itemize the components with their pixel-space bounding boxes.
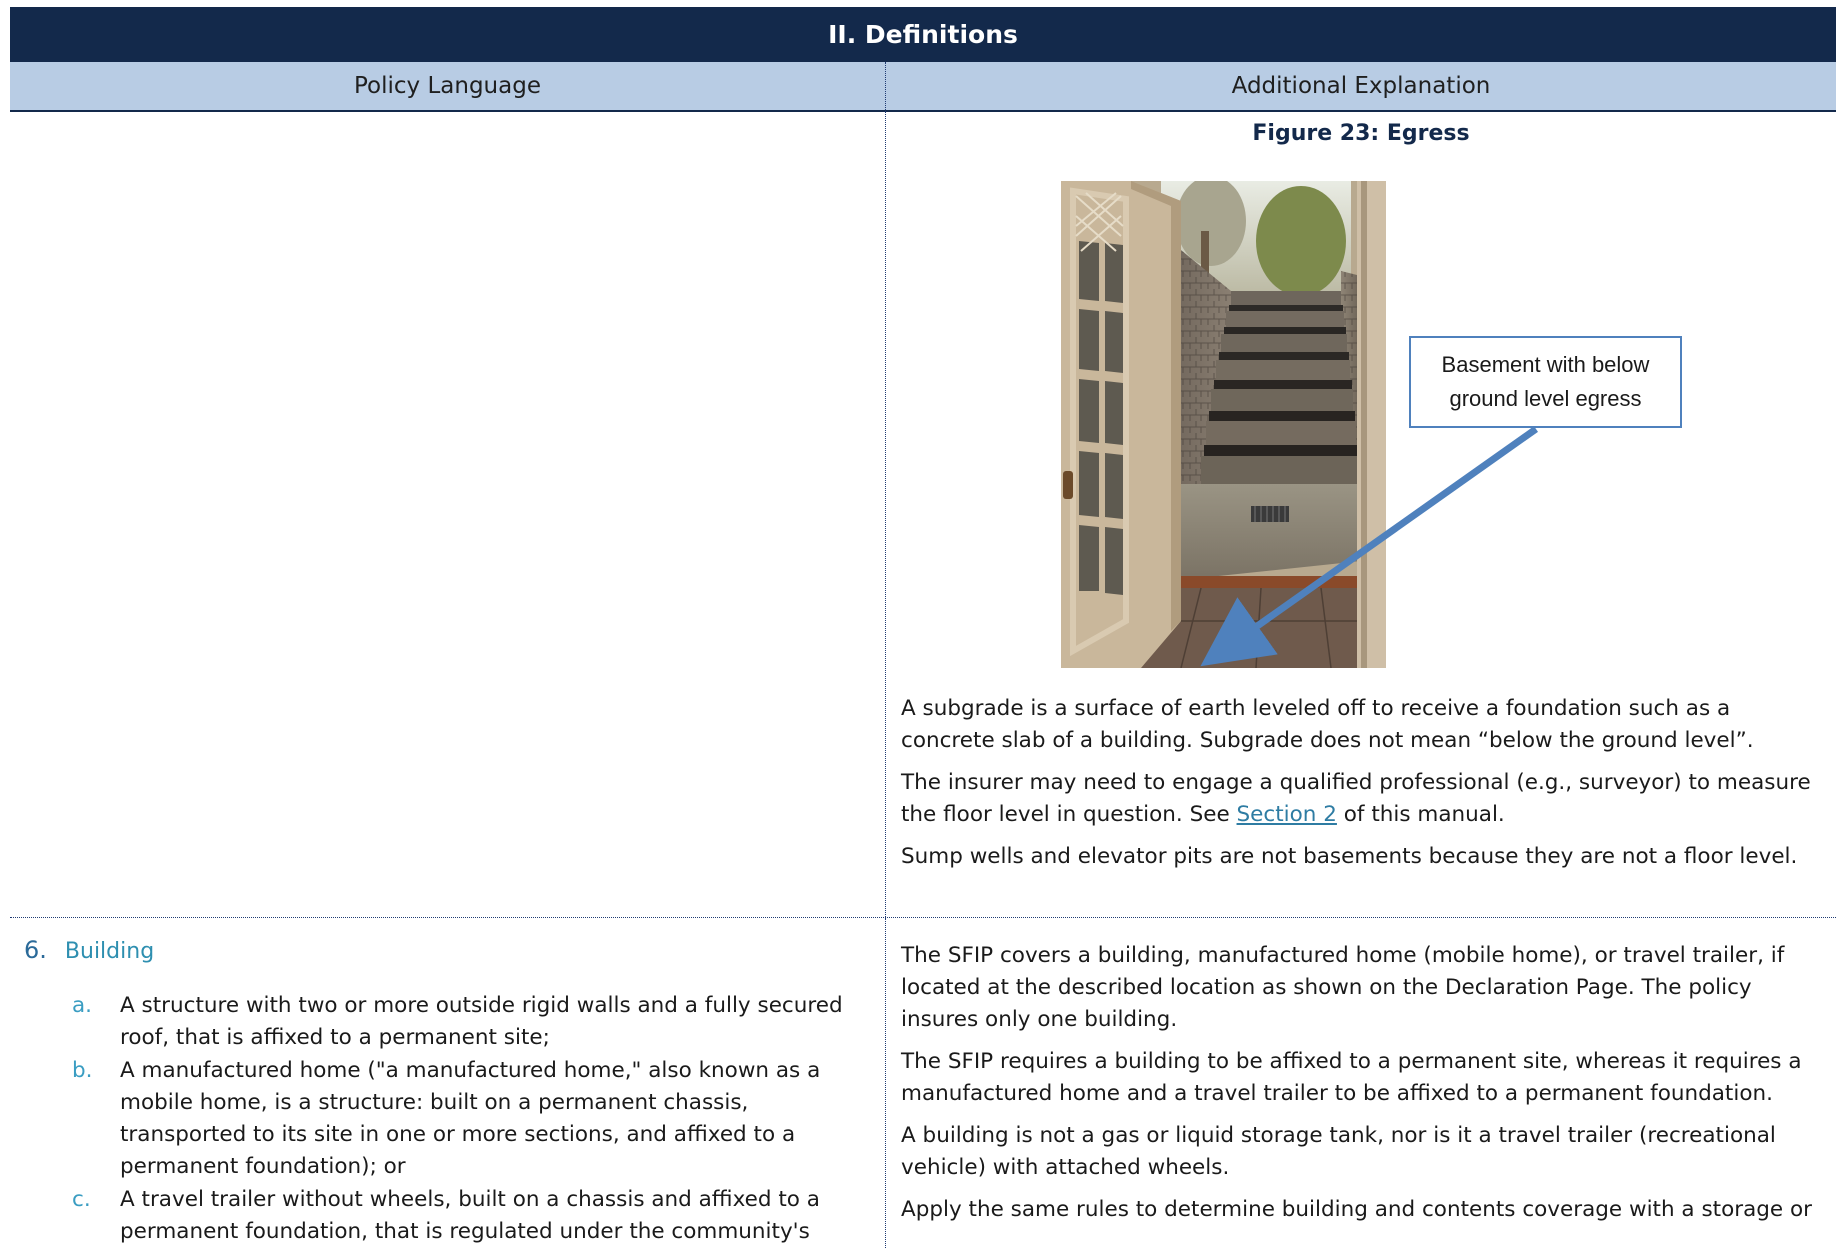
figure-caption: Figure 23: Egress [1252,121,1470,146]
explanation-cell-building: The SFIP covers a building, manufactured… [886,918,1836,1248]
column-header-additional-explanation: Additional Explanation [1231,73,1491,99]
affixed-paragraph: The SFIP requires a building to be affix… [901,1049,1802,1106]
section-title: II. Definitions [10,7,1836,62]
subgrade-paragraph: A subgrade is a surface of earth leveled… [901,696,1754,753]
list-item-text: A manufactured home ("a manufactured hom… [120,1058,821,1179]
table-row-basement: Figure 23: Egress Basement with below gr… [10,111,1836,918]
sump-wells-paragraph: Sump wells and elevator pits are not bas… [901,844,1798,869]
section-2-link[interactable]: Section 2 [1237,802,1337,827]
list-marker: b. [72,1058,93,1083]
egress-photo [1061,181,1386,668]
professional-paragraph: The insurer may need to engage a qualifi… [901,767,1821,831]
definition-term: Building [64,939,155,964]
not-a-building-paragraph: A building is not a gas or liquid storag… [901,1123,1776,1180]
list-item: b. A manufactured home ("a manufactured … [72,1055,852,1183]
coverage-paragraph: The SFIP covers a building, manufactured… [901,943,1785,1032]
policy-language-cell-empty [10,111,886,917]
column-header-policy-language: Policy Language [10,62,886,110]
list-item-text: A structure with two or more outside rig… [120,993,843,1050]
definitions-document: II. Definitions Policy Language Addition… [10,7,1836,1248]
list-item: a. A structure with two or more outside … [72,990,852,1054]
list-item: c. A travel trailer without wheels, buil… [72,1184,852,1248]
definition-heading: 6. Building [24,936,154,964]
same-rules-paragraph: Apply the same rules to determine buildi… [901,1197,1812,1222]
callout-line-2: ground level egress [1449,386,1642,411]
column-header-row: Policy Language Additional Explanation [10,62,1836,112]
callout-line-1: Basement with below [1441,352,1650,377]
list-marker: a. [72,993,93,1018]
list-marker: c. [72,1187,91,1212]
list-item-text: A travel trailer without wheels, built o… [120,1187,820,1244]
professional-text-end: of this manual. [1336,802,1505,827]
policy-language-cell-building: 6. Building a. A structure with two or mo… [10,918,886,1248]
table-row-building: 6. Building a. A structure with two or mo… [10,918,1836,1248]
explanation-cell-egress: Figure 23: Egress Basement with below gr… [886,111,1836,917]
definition-number: 6. [24,936,47,964]
photo-callout-label: Basement with below ground level egress [1409,336,1682,428]
